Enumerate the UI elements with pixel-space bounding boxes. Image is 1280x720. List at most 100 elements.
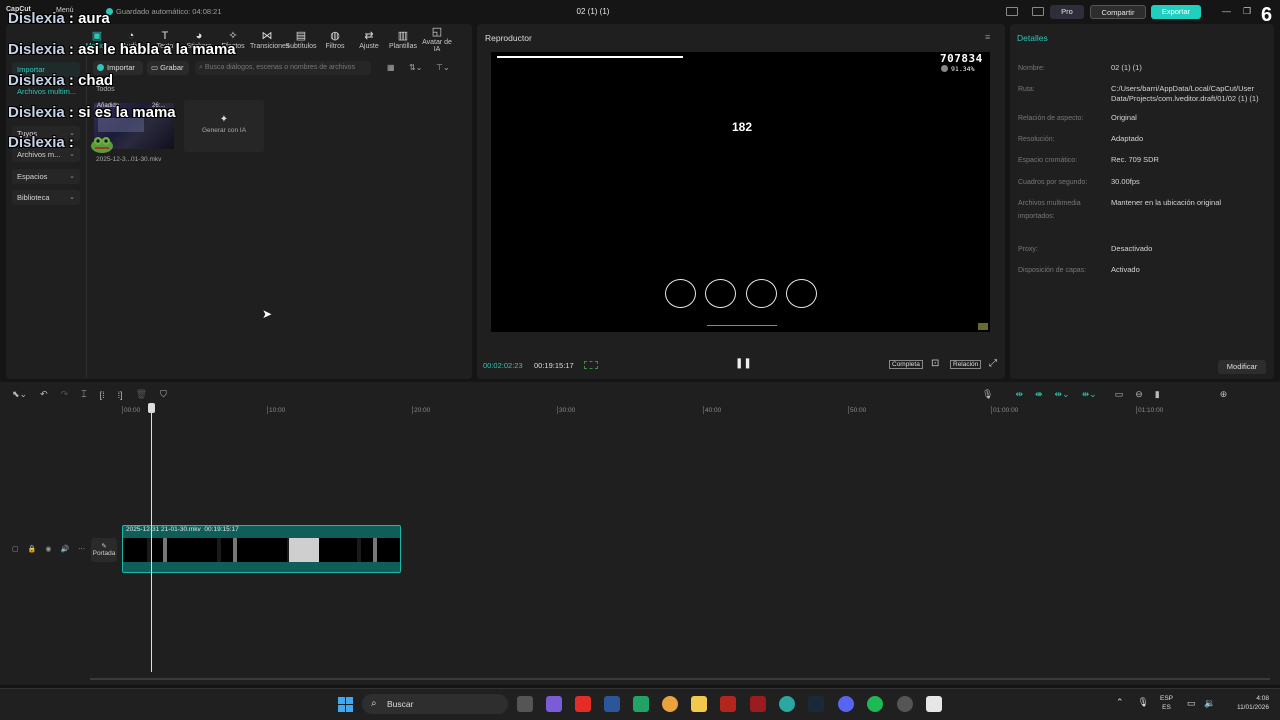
game-combo: 182	[731, 120, 753, 134]
windows-start-icon[interactable]	[338, 697, 353, 712]
clock[interactable]: 4:08 11/01/2026	[1229, 694, 1269, 712]
copilot-icon[interactable]	[546, 696, 562, 712]
crop-icon[interactable]: ⊡	[931, 358, 939, 369]
toolbar-item-transiciones[interactable]: ⋈ Transiciones	[250, 29, 289, 50]
track-select-icon[interactable]: ▢	[12, 545, 19, 553]
game-accuracy: 91.34%	[941, 65, 974, 73]
search-icon: ⌕	[371, 698, 377, 709]
share-button[interactable]: Compartir	[1090, 5, 1146, 19]
shield-icon[interactable]: ⛉	[160, 389, 167, 400]
sheets-icon[interactable]	[633, 696, 649, 712]
fullscreen-icon[interactable]: ⤢	[989, 358, 997, 369]
grid-view-icon[interactable]: ▦	[387, 63, 395, 72]
detail-value: Rec. 709 SDR	[1111, 155, 1159, 164]
lock-icon[interactable]: 🔒	[28, 545, 37, 553]
current-time: 00:02:02:23	[483, 361, 523, 370]
snap-icon[interactable]: ⇹⌄	[1055, 389, 1070, 400]
timeline-scrollbar[interactable]	[90, 678, 1270, 680]
sidebar-item-espacios[interactable]: Espacios ⌄	[12, 169, 80, 184]
generate-ai-card[interactable]: ✦ Generar con IA	[184, 100, 264, 152]
task-view-icon[interactable]	[517, 696, 533, 712]
transitions-icon: ⋈	[261, 29, 273, 42]
file-explorer-icon[interactable]	[691, 696, 707, 712]
chevron-up-icon[interactable]: ⌃	[1116, 697, 1124, 708]
magnet-icon[interactable]: ⇼	[1035, 389, 1043, 400]
network-icon[interactable]: ▭	[1187, 698, 1196, 709]
shortcut-icon[interactable]	[1032, 7, 1044, 16]
youtube-icon[interactable]	[575, 696, 591, 712]
osu-icon[interactable]	[897, 696, 913, 712]
toolbar-item-ajuste[interactable]: ⇄ Ajuste	[352, 30, 386, 50]
timeline-tick	[991, 406, 992, 414]
clip-file-name: 2025-12-31 21-01-30.mkv	[126, 526, 201, 533]
chat-message: Dislexia : si es la mama	[8, 104, 176, 121]
steam-icon[interactable]	[808, 696, 824, 712]
song-progress-bar	[497, 56, 683, 58]
search-input[interactable]: ⌕ Busca diálogos, escenas o nombres de a…	[195, 61, 371, 75]
zoom-slider-icon[interactable]: ▮	[1155, 389, 1160, 400]
eye-icon[interactable]: ◉	[45, 545, 51, 553]
track-controls: ▢ 🔒 ◉ 🔊 ⋯	[12, 545, 94, 553]
detail-value: 02 (1) (1)	[1111, 63, 1142, 72]
filter-icon[interactable]: ⊤⌄	[436, 63, 450, 72]
redo-icon[interactable]: ↷	[61, 389, 69, 400]
word-icon[interactable]	[604, 696, 620, 712]
taskbar-search[interactable]: ⌕ Buscar	[362, 694, 508, 714]
trim-right-icon[interactable]: ⁞]	[118, 390, 123, 400]
watermark-icon	[978, 323, 988, 330]
spotify-icon[interactable]	[867, 696, 883, 712]
minimize-icon[interactable]: —	[1222, 6, 1231, 16]
export-button[interactable]: Exportar	[1151, 5, 1201, 19]
zoom-in-icon[interactable]: ⊕	[1220, 389, 1228, 400]
speaker-icon[interactable]: 🔊	[60, 545, 69, 553]
toolbar-item-filtros[interactable]: ◍ Filtros	[318, 30, 352, 50]
detail-value: Adaptado	[1111, 134, 1144, 143]
link-icon[interactable]: ⇹	[1015, 389, 1023, 400]
playhead[interactable]	[151, 404, 152, 672]
preview-axis-icon[interactable]: ⇻⌄	[1082, 389, 1097, 400]
detail-label: Nombre:	[1018, 65, 1045, 72]
filezilla-icon[interactable]	[720, 696, 736, 712]
toolbar-item-avatar-de-ia[interactable]: ◱ Avatar de IA	[420, 26, 454, 53]
sidebar-item-biblioteca[interactable]: Biblioteca ⌄	[12, 190, 80, 205]
layout-icon[interactable]	[1006, 7, 1018, 16]
hamburger-icon[interactable]: ≡	[985, 32, 990, 42]
zoom-out-icon[interactable]: ⊖	[1135, 389, 1143, 400]
maximize-icon[interactable]: ❐	[1243, 6, 1251, 17]
timeline-tick	[1136, 406, 1137, 414]
discord-icon[interactable]	[838, 696, 854, 712]
modify-button[interactable]: Modificar	[1218, 360, 1266, 374]
hit-error-bar	[707, 325, 777, 328]
sort-icon[interactable]: ⇅⌄	[409, 63, 422, 72]
adjust-icon: ⇄	[364, 29, 374, 42]
pause-icon[interactable]: ❚❚	[735, 358, 752, 369]
chat-text: chad	[78, 72, 114, 89]
microphone-icon[interactable]: 🎙	[1138, 697, 1149, 708]
search-placeholder: Busca diálogos, escenas o nombres de arc…	[204, 64, 356, 71]
edge-icon[interactable]	[779, 696, 795, 712]
timeline-tick	[267, 406, 268, 414]
chrome-icon[interactable]	[662, 696, 678, 712]
detail-label: Archivos multimedia importados:	[1018, 200, 1081, 220]
timeline-mark: 20:00	[414, 407, 431, 414]
record-button[interactable]: ▭ Grabar	[147, 61, 189, 75]
volume-icon[interactable]: 🔉	[1204, 698, 1215, 709]
ratio-button[interactable]: Relación	[950, 360, 982, 369]
more-icon[interactable]: ⋯	[78, 545, 85, 553]
app-icon[interactable]	[750, 696, 766, 712]
select-tool-icon[interactable]: ⬉⌄	[12, 389, 27, 400]
microphone-icon[interactable]: 🎙	[982, 389, 993, 400]
toolbar-item-subtítulos[interactable]: ▤ Subtítulos	[284, 30, 318, 50]
toolbar-item-plantillas[interactable]: ▥ Plantillas	[386, 30, 420, 50]
pro-button[interactable]: Pro	[1050, 5, 1084, 19]
trim-left-icon[interactable]: [⁞	[100, 390, 105, 400]
full-quality-button[interactable]: Completa	[889, 360, 923, 369]
delete-icon[interactable]: 🗑	[136, 389, 147, 400]
undo-icon[interactable]: ↶	[40, 389, 48, 400]
cover-button[interactable]: ✎ Portada	[91, 538, 117, 562]
video-preview[interactable]	[491, 52, 990, 332]
language-indicator[interactable]: ESP ES	[1160, 694, 1173, 712]
split-icon[interactable]: ⌶	[81, 389, 86, 400]
capcut-icon[interactable]	[926, 696, 942, 712]
screen-icon[interactable]: ▭	[1115, 389, 1124, 400]
